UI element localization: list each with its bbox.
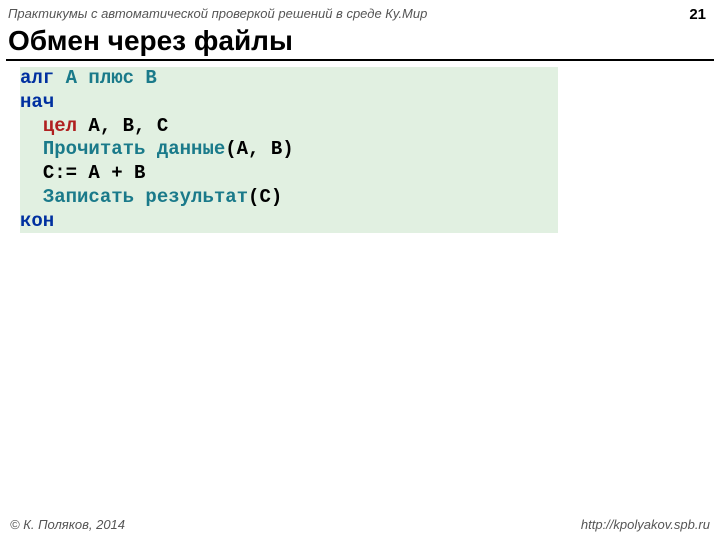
indent — [20, 186, 43, 208]
code-line: кон — [20, 210, 558, 234]
keyword: кон — [20, 210, 54, 232]
indent — [20, 138, 43, 160]
slide-title: Обмен через файлы — [0, 25, 720, 59]
indent — [20, 162, 43, 184]
slide-footer: © К. Поляков, 2014 http://kpolyakov.spb.… — [0, 517, 720, 532]
title-underline — [6, 59, 714, 61]
slide-header: Практикумы с автоматической проверкой ре… — [0, 0, 720, 25]
code-line: C:= A + B — [20, 162, 558, 186]
algo-name: A плюс B — [54, 67, 157, 89]
keyword: алг — [20, 67, 54, 89]
code-line: цел A, B, C — [20, 115, 558, 139]
type-keyword: цел — [43, 115, 77, 137]
code-line: нач — [20, 91, 558, 115]
code-text: A, B, C — [77, 115, 168, 137]
indent — [20, 115, 43, 137]
copyright: © К. Поляков, 2014 — [10, 517, 125, 532]
code-line: Записать результат(C) — [20, 186, 558, 210]
page-number: 21 — [689, 6, 706, 23]
keyword: нач — [20, 91, 54, 113]
proc-call: Прочитать данные — [43, 138, 225, 160]
header-subject: Практикумы с автоматической проверкой ре… — [8, 6, 427, 21]
code-text: (A, B) — [225, 138, 293, 160]
code-block: алг A плюс B нач цел A, B, C Прочитать д… — [20, 67, 558, 233]
footer-url: http://kpolyakov.spb.ru — [581, 517, 710, 532]
code-text: C:= A + B — [43, 162, 146, 184]
code-line: алг A плюс B — [20, 67, 558, 91]
code-line: Прочитать данные(A, B) — [20, 138, 558, 162]
code-text: (C) — [248, 186, 282, 208]
proc-call: Записать результат — [43, 186, 248, 208]
